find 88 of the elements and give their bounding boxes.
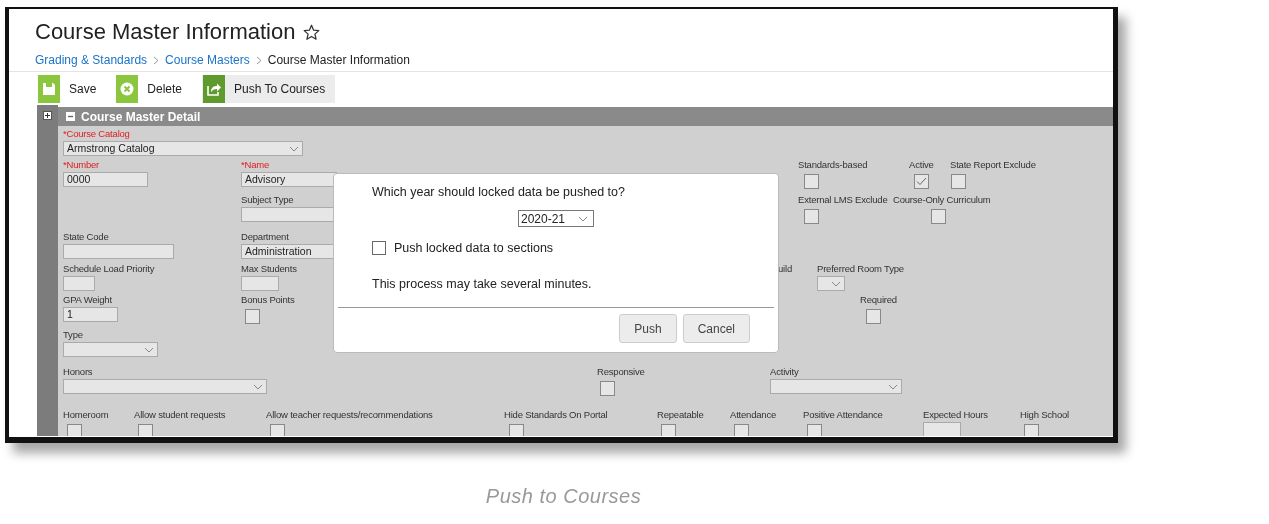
dropdown[interactable]	[770, 379, 902, 394]
field-label: Hide Standards On Portal	[504, 408, 608, 421]
checkbox[interactable]	[1024, 424, 1039, 436]
input-field[interactable]	[63, 244, 174, 259]
chevron-icon	[144, 346, 154, 353]
field-label: Homeroom	[63, 408, 109, 421]
checkbox[interactable]	[67, 424, 82, 436]
input-field[interactable]: 0000	[63, 172, 148, 187]
breadcrumb-current: Course Master Information	[267, 53, 410, 67]
dialog-note: This process may take several minutes.	[372, 277, 593, 291]
chevron-icon	[255, 55, 262, 65]
field-label: Subject Type	[241, 193, 294, 206]
checkbox[interactable]	[661, 424, 676, 436]
field-label: Bonus Points	[241, 293, 295, 306]
expand-icon[interactable]	[43, 111, 52, 120]
field-label: Activity	[770, 365, 799, 378]
field-label: Preferred Room Type	[817, 262, 904, 275]
chevron-icon	[888, 383, 898, 390]
toolbar-button[interactable]: Push To Courses	[202, 75, 336, 103]
dropdown[interactable]: Armstrong Catalog	[63, 141, 303, 156]
field-label: Schedule Load Priority	[63, 262, 155, 275]
field-label: Course-Only Curriculum	[893, 193, 991, 206]
field-label: Attendance	[730, 408, 777, 421]
field-label: Standards-based	[798, 158, 868, 171]
field-label: Required	[860, 293, 897, 306]
dialog-button[interactable]: Cancel	[682, 314, 750, 343]
page-title: Course Master Information	[35, 19, 296, 45]
field-label: External LMS Exclude	[798, 193, 888, 206]
field-label: Positive Attendance	[803, 408, 883, 421]
checkbox[interactable]	[270, 424, 285, 436]
field-label: Type	[63, 328, 83, 341]
field-label: GPA Weight	[63, 293, 112, 306]
checkbox[interactable]	[866, 309, 881, 324]
field-label: Honors	[63, 365, 93, 378]
year-dropdown[interactable]: 2020-21	[518, 210, 594, 227]
checkbox[interactable]	[807, 424, 822, 436]
checkbox[interactable]	[509, 424, 524, 436]
check-icon	[916, 177, 927, 186]
dropdown[interactable]	[817, 276, 845, 291]
breadcrumb-link[interactable]: Course Masters	[165, 53, 250, 67]
input-field[interactable]	[63, 276, 95, 291]
toolbar-button[interactable]: Delete	[116, 75, 193, 103]
breadcrumb-link[interactable]: Grading & Standards	[35, 53, 148, 67]
chevron-icon	[578, 215, 588, 222]
input-field[interactable]: 1	[63, 307, 118, 322]
field-label: Allow teacher requests/recommendations	[266, 408, 433, 421]
field-label: Department	[241, 230, 289, 243]
field-label: *Number	[63, 158, 100, 171]
field-label: High School	[1020, 408, 1070, 421]
star-icon[interactable]	[303, 23, 321, 41]
dialog-question: Which year should locked data be pushed to?	[372, 185, 626, 199]
figure-caption: Push to Courses	[485, 485, 642, 507]
chevron-icon	[289, 145, 299, 152]
checkbox[interactable]	[804, 174, 819, 189]
field-label: Repeatable	[657, 408, 704, 421]
checkbox[interactable]	[804, 209, 819, 224]
chevron-icon	[253, 383, 263, 390]
chevron-icon	[153, 55, 160, 65]
field-label: State Report Exclude	[950, 158, 1036, 171]
field-label: State Code	[63, 230, 109, 243]
checkbox-label: Push locked data to sections	[394, 241, 554, 255]
input-field[interactable]	[241, 276, 279, 291]
field-label: Allow student requests	[134, 408, 226, 421]
checkbox[interactable]	[245, 309, 260, 324]
field-label: uild	[778, 262, 792, 275]
panel-title: Course Master Detail	[81, 109, 201, 124]
checkbox[interactable]	[931, 209, 946, 224]
checkbox[interactable]	[951, 174, 966, 189]
dialog-button[interactable]: Push	[619, 314, 677, 343]
checkbox[interactable]	[914, 174, 929, 189]
checkbox[interactable]	[138, 424, 153, 436]
input-field[interactable]: Advisory	[241, 172, 337, 187]
save-icon	[38, 75, 60, 103]
field-label: Responsive	[597, 365, 645, 378]
field-label: Active	[909, 158, 934, 171]
field-label: Expected Hours	[923, 408, 988, 421]
checkbox[interactable]	[600, 381, 615, 396]
chevron-icon	[831, 280, 841, 287]
toolbar-button[interactable]: Save	[38, 75, 107, 103]
field-label: Max Students	[241, 262, 297, 275]
input-field[interactable]	[923, 422, 961, 436]
dropdown[interactable]	[63, 342, 158, 357]
dropdown[interactable]	[63, 379, 267, 394]
field-label: *Name	[241, 158, 270, 171]
checkbox[interactable]	[372, 241, 386, 255]
collapse-icon[interactable]	[66, 112, 75, 121]
field-label: *Course Catalog	[63, 127, 130, 140]
checkbox[interactable]	[734, 424, 749, 436]
